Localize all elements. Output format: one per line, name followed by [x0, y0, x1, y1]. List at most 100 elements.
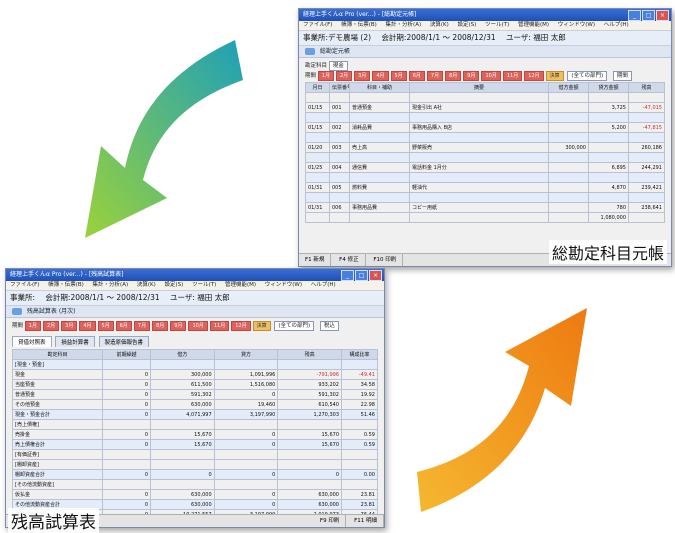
- table-row[interactable]: 仮払金 0 630,000 0 630,000 23.81: [12, 489, 378, 500]
- table-row[interactable]: [現金・預金]: [12, 359, 378, 370]
- month-chip[interactable]: 決算: [252, 321, 271, 331]
- f9-print-button[interactable]: F9 印刷: [314, 515, 347, 527]
- month-chip[interactable]: 6月: [408, 71, 425, 81]
- month-chip[interactable]: 12月: [524, 71, 544, 81]
- title-bar: 経理上手くんα Pro (ver...) - [残高試算表] _ □ ×: [6, 269, 384, 281]
- table-row[interactable]: 01/25 004 通信費 電話料金 1月分 6,895 244,291: [305, 162, 665, 173]
- column-header[interactable]: 残高: [277, 349, 342, 360]
- menu-help[interactable]: ヘルプ(H): [604, 22, 629, 28]
- menu-file[interactable]: ファイル(F): [10, 282, 39, 288]
- menu-admin[interactable]: 管理機能(M): [225, 282, 256, 288]
- department-select[interactable]: (全ての部門): [274, 321, 315, 331]
- f10-print-button[interactable]: F10 印刷: [367, 254, 404, 266]
- column-header[interactable]: 構成比率: [341, 349, 378, 360]
- column-header[interactable]: 摘要: [409, 82, 549, 93]
- month-chip[interactable]: 1月: [317, 71, 334, 81]
- menu-closing[interactable]: 決算(K): [430, 22, 449, 28]
- month-chip[interactable]: 7月: [426, 71, 444, 81]
- month-chip[interactable]: 3月: [61, 321, 78, 331]
- table-row[interactable]: 01/15 002 消耗品費 事務用品購入 B店 5,200 -47,815: [305, 122, 665, 133]
- month-chip[interactable]: 10月: [481, 71, 501, 81]
- column-header[interactable]: 伝票番号: [329, 82, 350, 93]
- month-chip[interactable]: 2月: [42, 321, 60, 331]
- column-header[interactable]: 前期繰越: [102, 349, 151, 360]
- table-row[interactable]: 売掛金 0 15,670 0 15,670 0.59: [12, 429, 378, 440]
- month-chip[interactable]: 5月: [390, 71, 407, 81]
- maximize-icon[interactable]: □: [355, 270, 368, 281]
- table-row[interactable]: [棚卸資産]: [12, 459, 378, 470]
- table-row[interactable]: [売上債権]: [12, 419, 378, 430]
- column-header[interactable]: 残高: [628, 82, 665, 93]
- month-chip[interactable]: 8月: [445, 71, 462, 81]
- office-label: 事業所:: [10, 293, 36, 302]
- month-chip[interactable]: 4月: [372, 71, 389, 81]
- table-row[interactable]: 01/31 006 事務用品費 コピー用紙 780 238,641: [305, 202, 665, 213]
- menu-help[interactable]: ヘルプ(H): [311, 282, 336, 288]
- column-header[interactable]: 貸方: [213, 349, 279, 360]
- menu-window[interactable]: ウィンドウ(W): [558, 22, 595, 28]
- month-chip[interactable]: 7月: [133, 321, 151, 331]
- trial-balance-caption: 残高試算表: [8, 508, 99, 533]
- table-row[interactable]: 売上債権合計 0 15,670 0 15,670 0.59: [12, 439, 378, 450]
- month-chip[interactable]: 8月: [152, 321, 169, 331]
- menu-tools[interactable]: ツール(T): [485, 22, 509, 28]
- tab-income-statement[interactable]: 損益計算書: [55, 336, 95, 347]
- column-header[interactable]: 借方金額: [548, 82, 589, 93]
- menu-window[interactable]: ウィンドウ(W): [265, 282, 302, 288]
- f1-new-button[interactable]: F1 新規: [299, 254, 332, 266]
- month-chip[interactable]: 2月: [335, 71, 353, 81]
- month-chip[interactable]: 10月: [188, 321, 208, 331]
- f4-edit-button[interactable]: F4 修正: [333, 254, 366, 266]
- close-icon[interactable]: ×: [369, 270, 382, 281]
- table-row[interactable]: 棚卸資産合計 0 0 0 0 0.00: [12, 469, 378, 480]
- table-row[interactable]: その他預金 0 630,000 19,460 610,540 22.98: [12, 399, 378, 410]
- table-row[interactable]: 01/20 003 売上高 野菜販売 300,000 260,186: [305, 142, 665, 153]
- month-chip[interactable]: 4月: [79, 321, 96, 331]
- tab-balance-sheet[interactable]: 貸借対照表: [12, 336, 52, 347]
- menu-analysis[interactable]: 集計・分析(A): [93, 282, 129, 288]
- menu-settings[interactable]: 設定(S): [458, 22, 477, 28]
- menu-books[interactable]: 帳簿・伝票(B): [48, 282, 84, 288]
- month-chip[interactable]: 9月: [463, 71, 480, 81]
- month-chip[interactable]: 決算: [545, 71, 564, 81]
- column-header[interactable]: 月日: [305, 82, 330, 93]
- menu-admin[interactable]: 管理機能(M): [518, 22, 549, 28]
- column-header[interactable]: 科目・補助: [349, 82, 410, 93]
- table-row[interactable]: [有価証券]: [12, 449, 378, 460]
- menu-file[interactable]: ファイル(F): [303, 22, 332, 28]
- month-chip[interactable]: 6月: [115, 321, 132, 331]
- table-row[interactable]: [その他流動資産]: [12, 479, 378, 490]
- tab-manufacturing-cost[interactable]: 製造原価報告書: [98, 336, 150, 347]
- menu-closing[interactable]: 決算(K): [137, 282, 156, 288]
- scope-select[interactable]: 期間: [612, 71, 632, 81]
- column-header[interactable]: 勘定科目: [12, 349, 103, 360]
- month-chip[interactable]: 5月: [97, 321, 114, 331]
- minimize-icon[interactable]: _: [628, 10, 641, 21]
- menu-books[interactable]: 帳簿・伝票(B): [341, 22, 377, 28]
- month-chip[interactable]: 3月: [354, 71, 371, 81]
- maximize-icon[interactable]: □: [642, 10, 655, 21]
- table-row[interactable]: 当座預金 0 611,500 1,516,080 933,202 34.58: [12, 379, 378, 390]
- minimize-icon[interactable]: _: [341, 270, 354, 281]
- table-row[interactable]: 普通預金 0 591,302 0 591,302 19.92: [12, 389, 378, 400]
- column-header[interactable]: 借方: [150, 349, 215, 360]
- close-icon[interactable]: ×: [656, 10, 669, 21]
- account-select[interactable]: 現金: [328, 61, 348, 71]
- tax-mode-select[interactable]: 税込: [319, 321, 339, 331]
- table-row[interactable]: 現金・預金合計 0 4,071,997 3,197,990 1,270,303 51.46: [12, 409, 378, 420]
- window-title: 経理上手くんα Pro (ver...) - [総勘定元帳]: [303, 11, 417, 18]
- month-chip[interactable]: 12月: [231, 321, 251, 331]
- f11-detail-button[interactable]: F11 明細: [348, 515, 384, 527]
- table-row[interactable]: 現金 0 300,000 1,091,996 -791,996 -49.41: [12, 369, 378, 380]
- menu-analysis[interactable]: 集計・分析(A): [386, 22, 422, 28]
- menu-tools[interactable]: ツール(T): [192, 282, 216, 288]
- department-select[interactable]: (全ての部門): [567, 71, 608, 81]
- month-chip[interactable]: 11月: [502, 71, 523, 81]
- month-chip[interactable]: 1月: [24, 321, 41, 331]
- column-header[interactable]: 貸方金額: [588, 82, 629, 93]
- menu-settings[interactable]: 設定(S): [165, 282, 184, 288]
- table-row[interactable]: 01/15 001 普通預金 現金引出 A社 3,725 -47,015: [305, 102, 665, 113]
- table-row[interactable]: 01/31 005 燃料費 軽油代 4,870 239,421: [305, 182, 665, 193]
- month-chip[interactable]: 9月: [170, 321, 187, 331]
- month-chip[interactable]: 11月: [209, 321, 230, 331]
